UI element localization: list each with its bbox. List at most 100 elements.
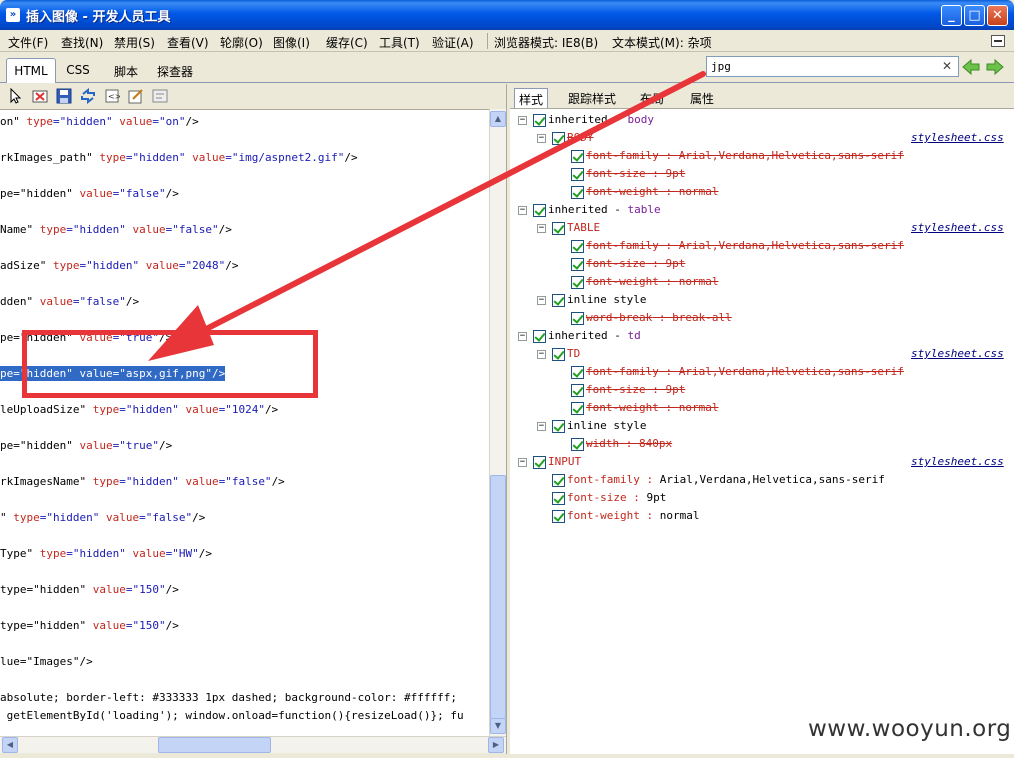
- word-wrap-icon[interactable]: [152, 88, 168, 104]
- checkbox-icon[interactable]: [571, 276, 584, 289]
- next-result-icon[interactable]: [986, 59, 1004, 75]
- menu-find[interactable]: 查找(N): [61, 34, 103, 51]
- stylesheet-link[interactable]: stylesheet.css: [911, 219, 1004, 237]
- checkbox-icon[interactable]: [571, 186, 584, 199]
- checkbox-icon[interactable]: [552, 492, 565, 505]
- collapse-icon[interactable]: −: [518, 206, 527, 215]
- code-horizontal-scrollbar[interactable]: ◀ ▶: [0, 736, 506, 753]
- code-line[interactable]: pe="hidden" value="true"/>: [0, 438, 172, 453]
- menu-tools[interactable]: 工具(T): [379, 34, 420, 51]
- html-source-pane[interactable]: on" type="hidden" value="on"/> rkImages_…: [0, 109, 489, 736]
- checkbox-icon[interactable]: [533, 114, 546, 127]
- scroll-up-icon[interactable]: ▲: [490, 111, 506, 127]
- code-line[interactable]: lue="Images"/>: [0, 654, 93, 669]
- menu-separator: [487, 33, 488, 49]
- checkbox-icon[interactable]: [571, 150, 584, 163]
- save-icon[interactable]: [56, 88, 72, 104]
- edit-icon[interactable]: [128, 88, 144, 104]
- search-input[interactable]: [711, 59, 931, 74]
- menu-validate[interactable]: 验证(A): [432, 34, 474, 51]
- select-element-icon[interactable]: [8, 88, 24, 104]
- minimize-pane-icon[interactable]: [991, 35, 1005, 47]
- code-vertical-scrollbar[interactable]: ▲ ▼: [489, 109, 506, 736]
- scroll-right-icon[interactable]: ▶: [488, 737, 504, 753]
- clear-search-icon[interactable]: ✕: [937, 58, 957, 75]
- menu-images[interactable]: 图像(I): [273, 34, 310, 51]
- code-line[interactable]: Name" type="hidden" value="false"/>: [0, 222, 232, 237]
- code-line[interactable]: on" type="hidden" value="on"/>: [0, 114, 199, 129]
- code-line[interactable]: absolute; border-left: #333333 1px dashe…: [0, 690, 457, 705]
- rule-selector: inline style: [567, 419, 647, 432]
- code-line[interactable]: dden" value="false"/>: [0, 294, 139, 309]
- code-line[interactable]: leUploadSize" type="hidden" value="1024"…: [0, 402, 278, 417]
- checkbox-icon[interactable]: [571, 312, 584, 325]
- refresh-icon[interactable]: [80, 88, 96, 104]
- previous-result-icon[interactable]: [962, 59, 980, 75]
- clear-browser-cache-icon[interactable]: [32, 88, 48, 104]
- menu-disable[interactable]: 禁用(S): [114, 34, 155, 51]
- checkbox-icon[interactable]: [571, 168, 584, 181]
- collapse-icon[interactable]: −: [537, 296, 546, 305]
- checkbox-icon[interactable]: [571, 258, 584, 271]
- checkbox-icon[interactable]: [533, 456, 546, 469]
- code-line[interactable]: type="hidden" value="150"/>: [0, 582, 179, 597]
- menu-outline[interactable]: 轮廓(O): [220, 34, 263, 51]
- checkbox-icon[interactable]: [533, 330, 546, 343]
- checkbox-icon[interactable]: [552, 474, 565, 487]
- checkbox-icon[interactable]: [571, 366, 584, 379]
- scroll-left-icon[interactable]: ◀: [2, 737, 18, 753]
- checkbox-icon[interactable]: [552, 132, 565, 145]
- code-line[interactable]: rkImagesName" type="hidden" value="false…: [0, 474, 285, 489]
- menu-browser-mode[interactable]: 浏览器模式: IE8(B): [494, 34, 598, 51]
- collapse-icon[interactable]: −: [537, 350, 546, 359]
- collapse-icon[interactable]: −: [518, 116, 527, 125]
- maximize-button[interactable]: □: [964, 5, 985, 26]
- tab-layout[interactable]: 布局: [636, 88, 668, 108]
- checkbox-icon[interactable]: [571, 402, 584, 415]
- close-button[interactable]: ✕: [987, 5, 1008, 26]
- stylesheet-link[interactable]: stylesheet.css: [911, 453, 1004, 471]
- style-tree-pane[interactable]: − inherited - body − BODY stylesheet.css…: [510, 108, 1014, 754]
- checkbox-icon[interactable]: [552, 348, 565, 361]
- tab-profiler[interactable]: 探查器: [152, 58, 198, 83]
- checkbox-icon[interactable]: [571, 240, 584, 253]
- tab-attributes[interactable]: 属性: [686, 88, 718, 108]
- minimize-button[interactable]: _: [941, 5, 962, 26]
- scroll-down-icon[interactable]: ▼: [490, 718, 506, 734]
- collapse-icon[interactable]: −: [537, 422, 546, 431]
- code-line[interactable]: Type" type="hidden" value="HW"/>: [0, 546, 212, 561]
- collapse-icon[interactable]: −: [537, 224, 546, 233]
- checkbox-icon[interactable]: [533, 204, 546, 217]
- scroll-thumb[interactable]: [490, 475, 506, 719]
- tab-style[interactable]: 样式: [514, 88, 549, 108]
- tab-html[interactable]: HTML: [6, 58, 56, 83]
- menu-document-mode[interactable]: 文本模式(M): 杂项: [612, 34, 712, 51]
- tab-trace-styles[interactable]: 跟踪样式: [564, 88, 620, 108]
- checkbox-icon[interactable]: [552, 294, 565, 307]
- checkbox-icon[interactable]: [552, 420, 565, 433]
- menu-view[interactable]: 查看(V): [167, 34, 209, 51]
- code-line[interactable]: type="hidden" value="150"/>: [0, 618, 179, 633]
- menu-file[interactable]: 文件(F): [8, 34, 48, 51]
- code-line[interactable]: " type="hidden" value="false"/>: [0, 510, 205, 525]
- element-source-icon[interactable]: <>: [104, 88, 120, 104]
- tab-css[interactable]: CSS: [60, 58, 96, 83]
- svg-text:<>: <>: [108, 92, 120, 101]
- checkbox-icon[interactable]: [552, 510, 565, 523]
- collapse-icon[interactable]: −: [518, 332, 527, 341]
- search-box: ✕: [706, 56, 959, 77]
- code-line[interactable]: getElementById('loading'); window.onload…: [0, 708, 464, 723]
- code-line[interactable]: rkImages_path" type="hidden" value="img/…: [0, 150, 358, 165]
- scroll-thumb[interactable]: [158, 737, 271, 753]
- menu-cache[interactable]: 缓存(C): [326, 34, 368, 51]
- collapse-icon[interactable]: −: [518, 458, 527, 467]
- tab-script[interactable]: 脚本: [108, 58, 144, 83]
- stylesheet-link[interactable]: stylesheet.css: [911, 129, 1004, 147]
- collapse-icon[interactable]: −: [537, 134, 546, 143]
- checkbox-icon[interactable]: [571, 438, 584, 451]
- checkbox-icon[interactable]: [571, 384, 584, 397]
- code-line[interactable]: adSize" type="hidden" value="2048"/>: [0, 258, 238, 273]
- checkbox-icon[interactable]: [552, 222, 565, 235]
- code-line[interactable]: pe="hidden" value="false"/>: [0, 186, 179, 201]
- stylesheet-link[interactable]: stylesheet.css: [911, 345, 1004, 363]
